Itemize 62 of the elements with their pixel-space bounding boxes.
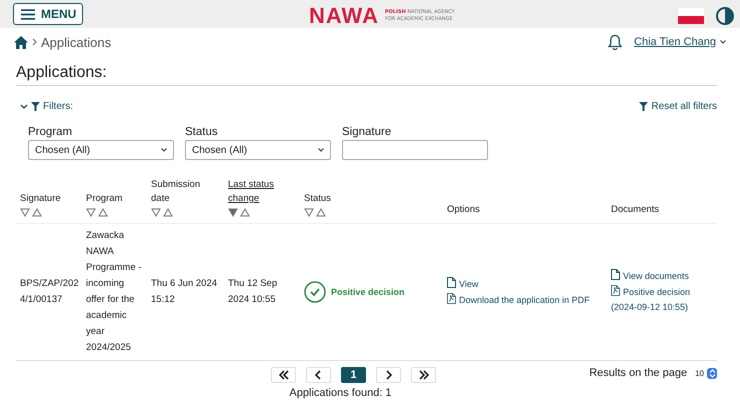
menu-icon bbox=[21, 8, 35, 20]
table-cell: Zawacka NAWA Programme - incoming offer for the academic year 2024/2025 bbox=[86, 230, 142, 353]
file-icon bbox=[447, 276, 456, 288]
table-cell: Thu 6 Jun 2024 15:12 bbox=[151, 278, 218, 305]
per-page-label: Results on the page bbox=[589, 367, 688, 379]
field-label: Status bbox=[185, 126, 219, 138]
filter-icon bbox=[639, 102, 648, 111]
column-header[interactable]: Last status change bbox=[228, 178, 296, 206]
check-circle-icon bbox=[304, 281, 326, 303]
field-label: Program bbox=[28, 126, 74, 138]
document-link[interactable]: Positive decision (2024-09-12 10:55) bbox=[611, 285, 715, 315]
sort-icon[interactable] bbox=[151, 208, 173, 217]
pdf-file-icon bbox=[447, 292, 456, 304]
first-page-button[interactable] bbox=[271, 367, 296, 383]
reset-filters-link[interactable]: Reset all filters bbox=[639, 101, 717, 112]
contrast-icon[interactable] bbox=[716, 7, 734, 25]
up-down-icon bbox=[708, 368, 716, 378]
column-header[interactable]: Signature bbox=[20, 192, 78, 206]
last-page-button[interactable] bbox=[411, 367, 436, 383]
breadcrumb-item: Applications bbox=[41, 34, 112, 50]
column-header[interactable]: Program bbox=[86, 192, 143, 206]
select-field[interactable]: Chosen (All) bbox=[28, 140, 174, 160]
chevron-right-icon bbox=[32, 38, 37, 46]
column-header[interactable]: Status bbox=[304, 192, 439, 206]
caret-down-icon bbox=[161, 148, 167, 152]
document-link[interactable]: View documents bbox=[611, 269, 715, 284]
sort-icon[interactable] bbox=[86, 208, 108, 217]
page-button[interactable]: 1 bbox=[341, 367, 366, 383]
select-field[interactable]: Chosen (All) bbox=[185, 140, 331, 160]
home-icon[interactable] bbox=[14, 36, 28, 48]
previous-page-button[interactable] bbox=[306, 367, 331, 383]
column-header: Documents bbox=[611, 203, 660, 217]
chevron-down-icon bbox=[20, 104, 28, 110]
flag-icon[interactable] bbox=[678, 8, 704, 24]
logo: NAWA bbox=[309, 3, 379, 29]
user-menu[interactable]: Chia Tien Chang bbox=[634, 36, 716, 48]
bell-icon[interactable] bbox=[608, 34, 622, 50]
column-header[interactable]: Submission date bbox=[151, 178, 220, 206]
chevron-down-icon[interactable] bbox=[720, 40, 726, 44]
sort-icon[interactable] bbox=[228, 208, 250, 217]
per-page-select[interactable]: 10 bbox=[695, 368, 717, 378]
caret-down-icon bbox=[318, 148, 324, 152]
field-label: Signature bbox=[342, 126, 392, 138]
double-chevron-icon bbox=[278, 369, 290, 381]
pdf-file-icon bbox=[611, 285, 620, 296]
filters-toggle[interactable]: Filters: bbox=[20, 101, 73, 112]
next-page-button[interactable] bbox=[376, 367, 401, 383]
double-chevron-icon bbox=[418, 369, 430, 381]
document-link[interactable]: Download the application in PDF bbox=[447, 292, 605, 308]
table-cell: BPS/ZAP/2024/1/00137 bbox=[20, 278, 79, 305]
menu-button[interactable]: MENU bbox=[13, 3, 84, 25]
document-link[interactable]: View bbox=[447, 276, 605, 292]
filter-icon bbox=[31, 102, 40, 111]
status-label: Positive decision bbox=[331, 286, 405, 299]
page-title: Applications: bbox=[16, 64, 717, 86]
column-header: Options bbox=[447, 203, 481, 217]
file-icon bbox=[611, 269, 620, 280]
table-cell: Thu 12 Sep 2024 10:55 bbox=[228, 278, 278, 305]
input-field[interactable] bbox=[342, 140, 488, 160]
sort-icon[interactable] bbox=[304, 208, 326, 217]
results-count: Applications found: 1 bbox=[288, 387, 393, 399]
sort-icon[interactable] bbox=[20, 208, 42, 217]
